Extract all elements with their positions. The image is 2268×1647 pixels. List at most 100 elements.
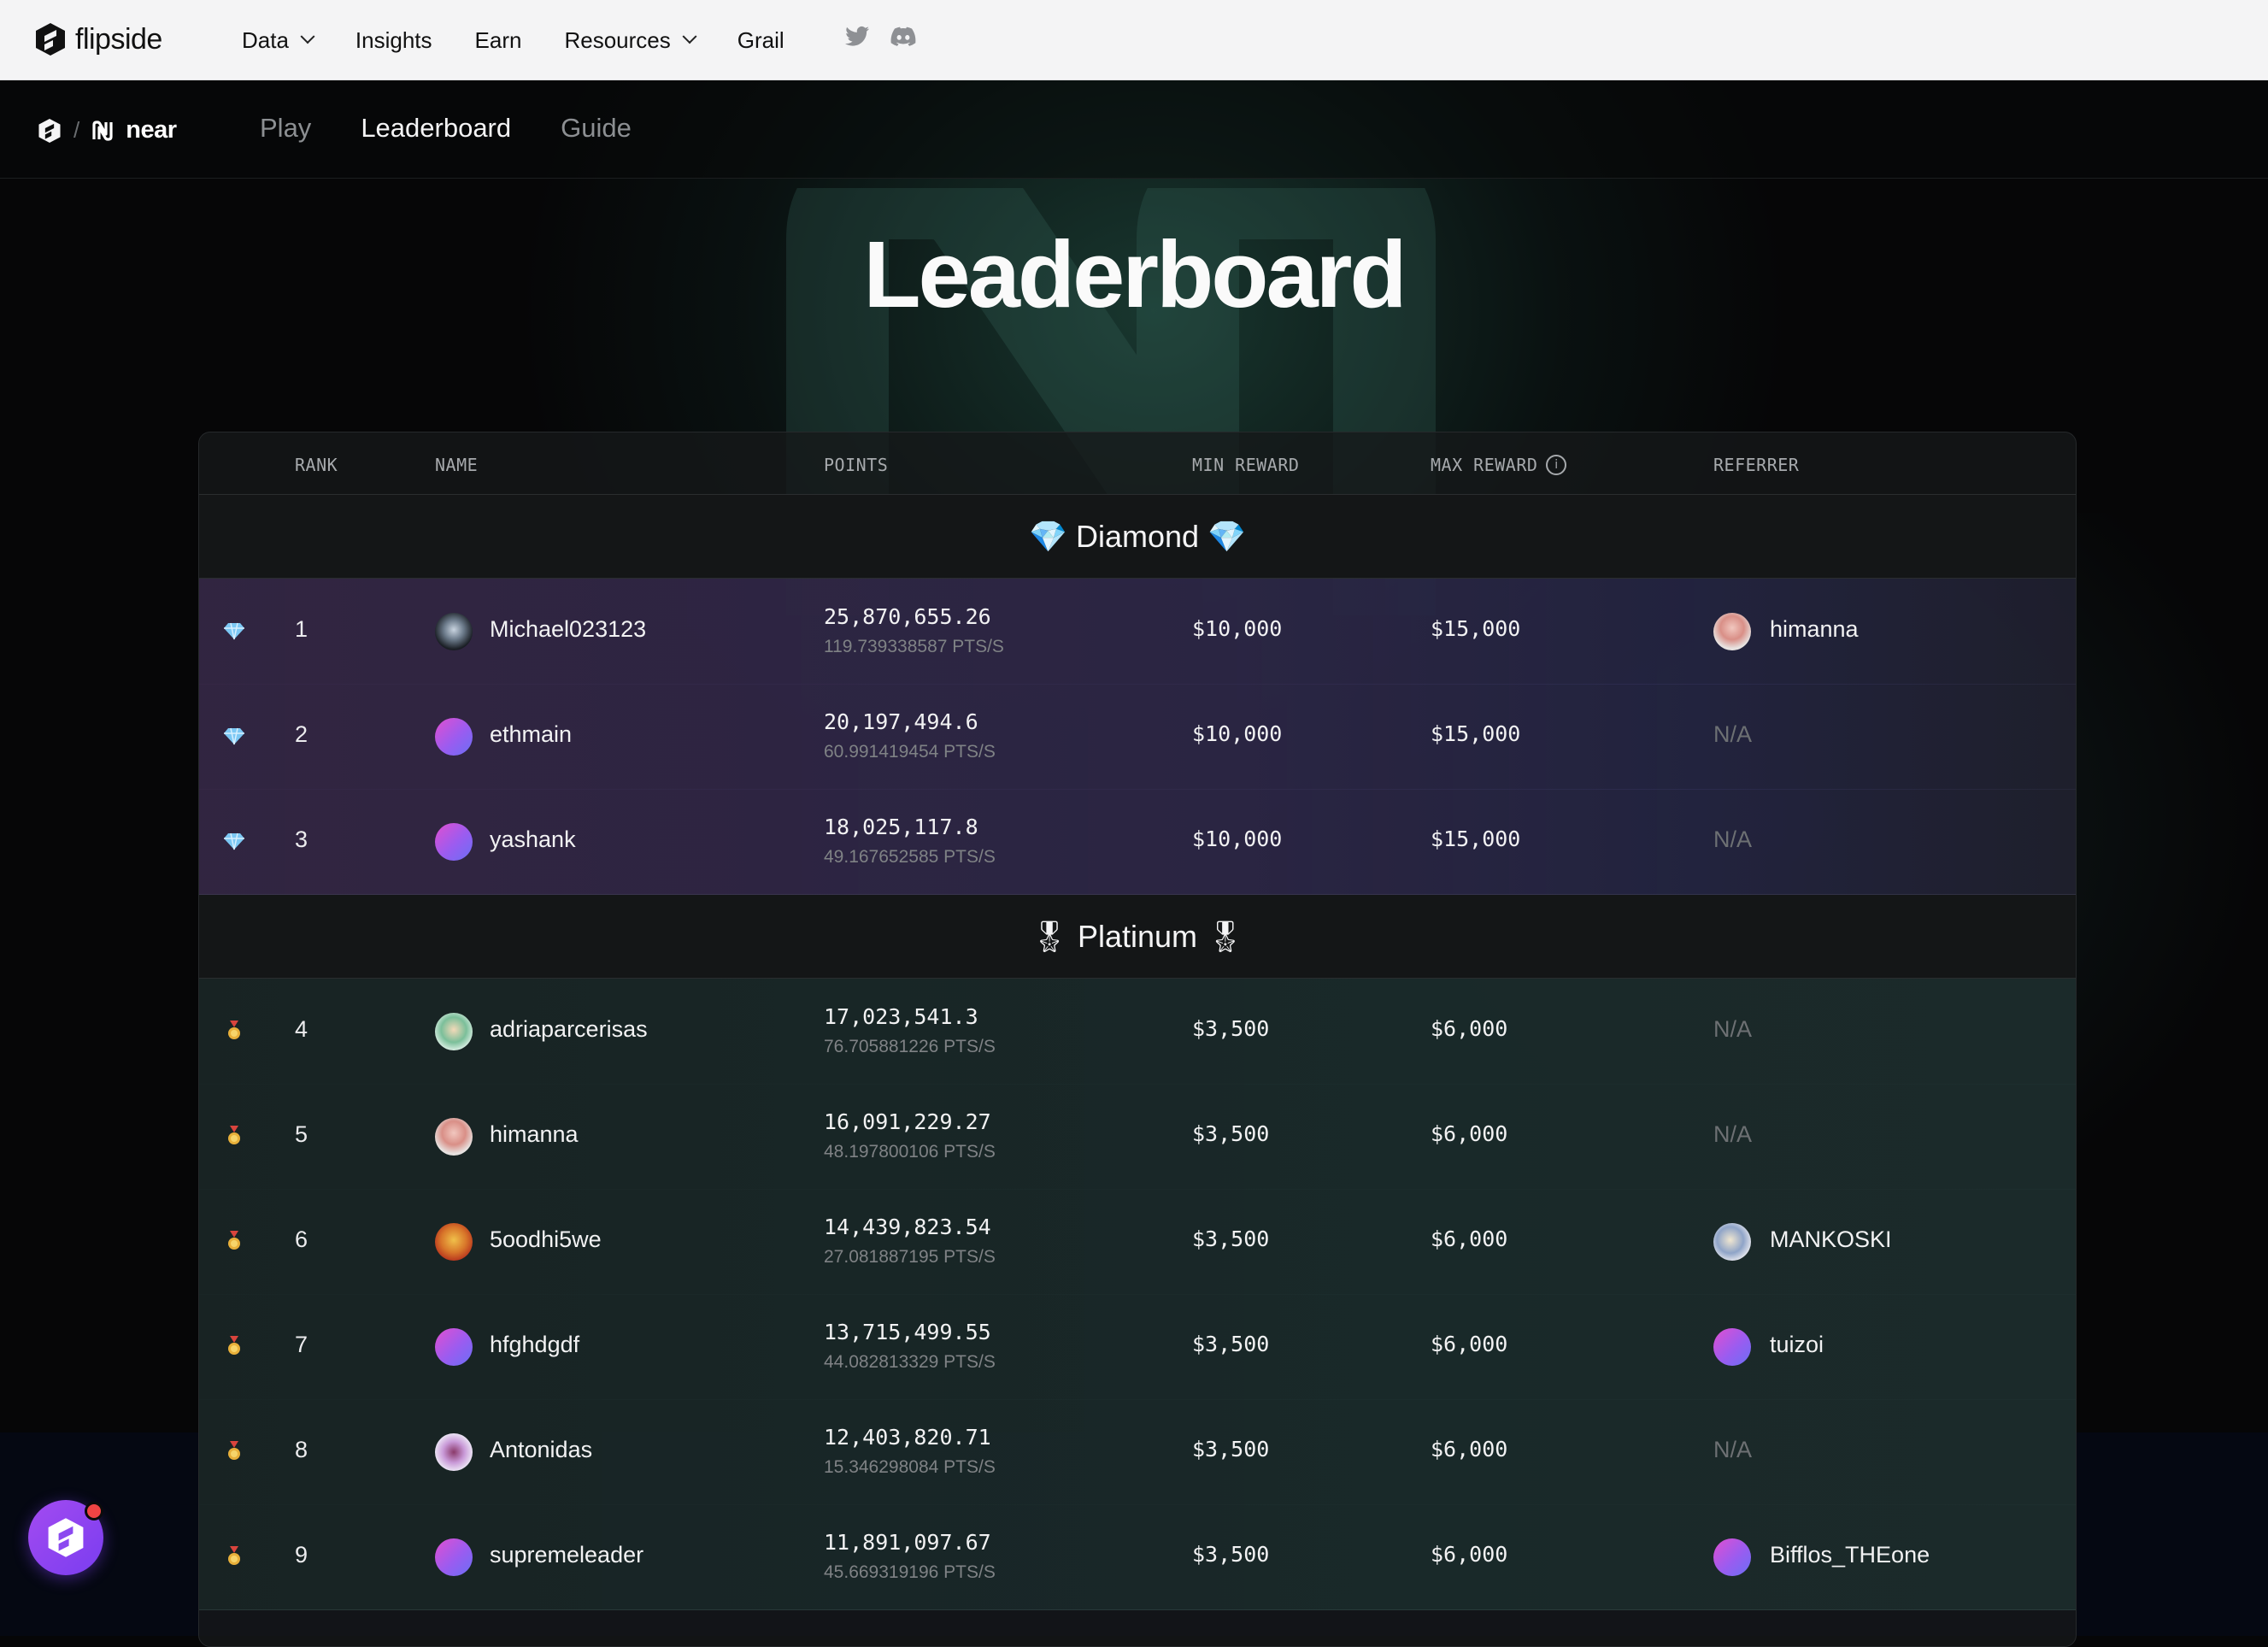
max-reward: $6,000: [1431, 1226, 1508, 1251]
tab-play[interactable]: Play: [260, 113, 311, 144]
table-row[interactable]: 3 yashank 18,025,117.8 49.167652585 PTS/…: [199, 789, 2076, 895]
medal-icon: [228, 1126, 240, 1144]
table-row[interactable]: 9 supremeleader 11,891,097.67 45.6693191…: [199, 1504, 2076, 1610]
player-name[interactable]: Antonidas: [490, 1437, 592, 1463]
column-max-reward-label: MAX REWARD: [1431, 455, 1538, 475]
rank: 5: [295, 1121, 308, 1147]
min-reward: $10,000: [1192, 826, 1283, 851]
points-rate: 44.082813329 PTS/S: [824, 1352, 996, 1372]
table-row[interactable]: 6 5oodhi5we 14,439,823.54 27.081887195 P…: [199, 1189, 2076, 1295]
menu-resources[interactable]: Resources: [564, 27, 697, 54]
min-reward: $3,500: [1192, 1332, 1270, 1356]
player-name[interactable]: himanna: [490, 1121, 579, 1148]
table-row[interactable]: 8 Antonidas 12,403,820.71 15.346298084 P…: [199, 1399, 2076, 1505]
diamond-icon: [224, 622, 244, 640]
points-rate: 49.167652585 PTS/S: [824, 847, 996, 867]
sub-brand[interactable]: / near: [38, 116, 177, 144]
rank: 9: [295, 1542, 308, 1568]
menu-earn[interactable]: Earn: [475, 27, 522, 54]
min-reward: $3,500: [1192, 1542, 1270, 1567]
rank: 7: [295, 1332, 308, 1357]
menu-data[interactable]: Data: [242, 27, 315, 54]
referrer-name: N/A: [1713, 1121, 1753, 1147]
flipside-chat-icon: [48, 1518, 84, 1557]
points-rate: 119.739338587 PTS/S: [824, 637, 1004, 656]
min-reward: $3,500: [1192, 1016, 1270, 1041]
max-reward: $15,000: [1431, 616, 1521, 641]
avatar: [435, 823, 473, 861]
referrer-name: N/A: [1713, 826, 1753, 852]
column-name: NAME: [435, 455, 479, 475]
chat-button[interactable]: [28, 1500, 103, 1575]
medal-icon: [228, 1231, 240, 1250]
chevron-down-icon: [300, 29, 315, 44]
medal-icon: [228, 1021, 240, 1039]
avatar: [435, 1223, 473, 1261]
brand-name: flipside: [75, 22, 162, 56]
player-name[interactable]: ethmain: [490, 721, 572, 748]
avatar: [435, 1328, 473, 1366]
points: 13,715,499.55: [824, 1320, 991, 1344]
diamond-icon: [224, 832, 244, 850]
avatar: [435, 1118, 473, 1156]
menu-insights[interactable]: Insights: [355, 27, 432, 54]
tab-leaderboard[interactable]: Leaderboard: [361, 113, 511, 144]
player-name[interactable]: 5oodhi5we: [490, 1226, 602, 1253]
referrer-avatar: [1713, 613, 1751, 650]
medal-icon: 🎖: [1030, 918, 1069, 954]
table-row[interactable]: 7 hfghdgdf 13,715,499.55 44.082813329 PT…: [199, 1294, 2076, 1400]
social-links: [844, 26, 916, 48]
tier-header-platinum: 🎖 Platinum 🎖: [199, 895, 2076, 979]
player-name[interactable]: Michael023123: [490, 616, 646, 643]
player-name[interactable]: supremeleader: [490, 1542, 643, 1568]
player-name[interactable]: hfghdgdf: [490, 1332, 579, 1358]
max-reward: $6,000: [1431, 1016, 1508, 1041]
menu-earn-label: Earn: [474, 26, 522, 53]
table-row[interactable]: 4 adriaparcerisas 17,023,541.3 76.705881…: [199, 979, 2076, 1085]
avatar: [435, 613, 473, 650]
max-reward: $6,000: [1431, 1437, 1508, 1462]
main-menu: Data Insights Earn Resources Grail: [242, 0, 827, 80]
tab-guide[interactable]: Guide: [561, 113, 632, 144]
avatar: [435, 718, 473, 756]
flipside-mini-logo-icon: [38, 118, 61, 143]
points-rate: 45.669319196 PTS/S: [824, 1562, 996, 1582]
referrer-name[interactable]: MANKOSKI: [1770, 1226, 1892, 1253]
diamond-icon: [224, 727, 244, 745]
referrer-name[interactable]: tuizoi: [1770, 1332, 1824, 1358]
table-row[interactable]: 2 ethmain 20,197,494.6 60.991419454 PTS/…: [199, 684, 2076, 790]
referrer-avatar: [1713, 1223, 1751, 1261]
flipside-logo[interactable]: flipside: [34, 22, 162, 56]
menu-grail[interactable]: Grail: [737, 27, 784, 54]
table-row[interactable]: 1 Michael023123 25,870,655.26 119.739338…: [199, 579, 2076, 685]
player-name[interactable]: yashank: [490, 826, 576, 853]
referrer-name[interactable]: Bifflos_THEone: [1770, 1542, 1930, 1568]
column-points: POINTS: [824, 455, 889, 475]
discord-icon[interactable]: [890, 26, 916, 47]
max-reward: $6,000: [1431, 1121, 1508, 1146]
min-reward: $10,000: [1192, 616, 1283, 641]
medal-icon: [228, 1441, 240, 1460]
max-reward: $15,000: [1431, 721, 1521, 746]
player-name[interactable]: adriaparcerisas: [490, 1016, 648, 1043]
referrer-name[interactable]: himanna: [1770, 616, 1859, 643]
sub-navigation: / near Play Leaderboard Guide: [0, 80, 2268, 179]
points-rate: 15.346298084 PTS/S: [824, 1457, 996, 1477]
medal-icon: 🎖: [1206, 918, 1245, 954]
diamond-icon: 💎: [1207, 518, 1246, 554]
column-min-reward: MIN REWARD: [1192, 455, 1300, 475]
avatar: [435, 1013, 473, 1050]
tier-name: Diamond: [1075, 518, 1200, 554]
referrer-name: N/A: [1713, 1437, 1753, 1462]
twitter-icon[interactable]: [844, 26, 870, 48]
max-reward: $15,000: [1431, 826, 1521, 851]
points: 16,091,229.27: [824, 1109, 991, 1134]
points: 18,025,117.8: [824, 815, 978, 839]
table-row[interactable]: 5 himanna 16,091,229.27 48.197800106 PTS…: [199, 1084, 2076, 1190]
avatar: [435, 1538, 473, 1576]
min-reward: $10,000: [1192, 721, 1283, 746]
referrer-avatar: [1713, 1538, 1751, 1576]
info-icon[interactable]: i: [1546, 455, 1567, 475]
near-logo-icon: [92, 120, 113, 141]
medal-icon: [228, 1546, 240, 1565]
